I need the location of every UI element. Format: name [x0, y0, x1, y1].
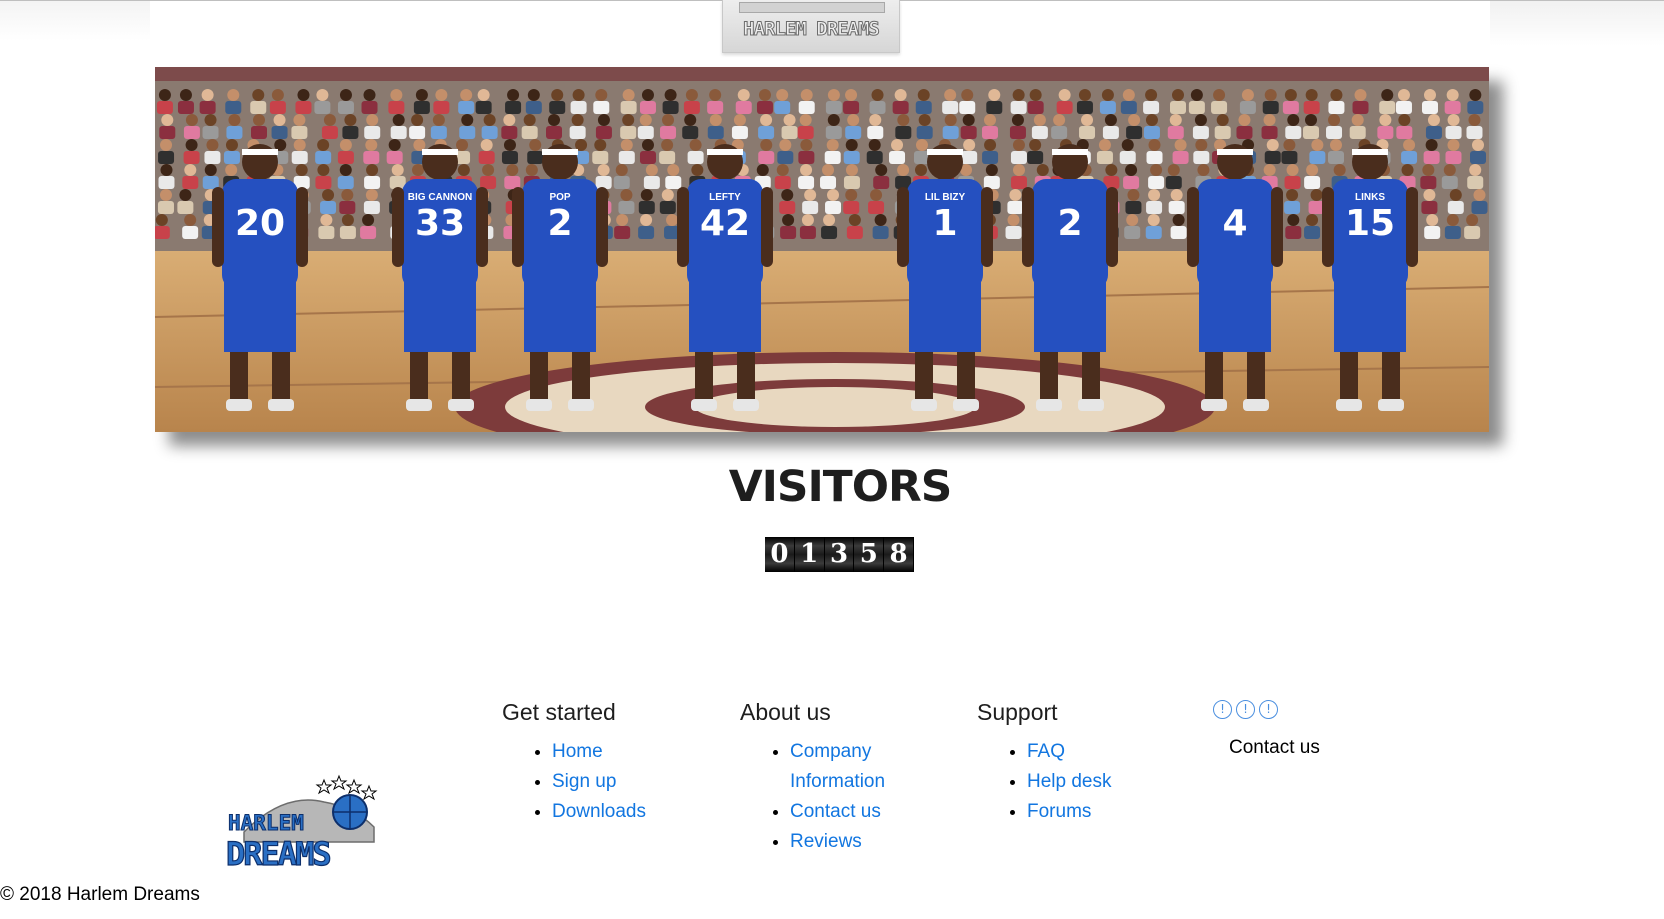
jersey-number: 42	[700, 203, 750, 244]
social-icon[interactable]: !	[1236, 700, 1255, 719]
footer-contact-label: Contact us	[1229, 737, 1320, 758]
jersey-number: 4	[1222, 203, 1247, 244]
list-item: FAQ	[1027, 737, 1112, 767]
footer-logo-text-top: HARLEM	[228, 811, 304, 835]
jersey-number: 1	[932, 203, 957, 244]
visitor-counter: 0 1 3 5 8	[765, 537, 914, 572]
counter-digit: 8	[884, 537, 914, 572]
counter-digit: 5	[854, 537, 885, 572]
jersey-number: 2	[547, 203, 572, 244]
company-information-link[interactable]: Company Information	[790, 741, 885, 792]
jersey-name: LIL BIZY	[925, 192, 966, 203]
list-item: Reviews	[790, 827, 940, 857]
footer-logo-text-bottom: DREAMS	[226, 835, 330, 872]
help-desk-link[interactable]: Help desk	[1027, 771, 1112, 792]
jersey-name: POP	[549, 192, 570, 203]
home-link[interactable]: Home	[552, 741, 603, 762]
forums-link[interactable]: Forums	[1027, 801, 1091, 822]
about-us-heading: About us	[740, 699, 831, 725]
counter-digit: 0	[765, 537, 795, 572]
footer-column-about-us: About us Company Information Contact us …	[740, 697, 940, 857]
list-item: Forums	[1027, 797, 1112, 827]
list-item: Help desk	[1027, 767, 1112, 797]
downloads-link[interactable]: Downloads	[552, 801, 646, 822]
header-left-shade	[0, 1, 150, 41]
header-right-shade	[1490, 1, 1664, 46]
team-banner-image: 20 BIG CANNON 33 POP 2 LEFTY 42 LIL BIZY 1 2 4 LINK…	[155, 67, 1489, 432]
faq-link[interactable]: FAQ	[1027, 741, 1065, 762]
footer-column-support: Support FAQ Help desk Forums	[977, 697, 1112, 827]
jersey-number: 20	[235, 203, 285, 244]
harlem-dreams-logo: HARLEM DREAMS	[225, 774, 378, 874]
sign-up-link[interactable]: Sign up	[552, 771, 616, 792]
jersey-number: 2	[1057, 203, 1082, 244]
counter-digit: 3	[824, 537, 855, 572]
list-item: Company Information	[790, 737, 940, 797]
contact-us-link[interactable]: Contact us	[790, 801, 881, 822]
site-logo-monogram	[739, 2, 885, 13]
list-item: Sign up	[552, 767, 646, 797]
jersey-name: BIG CANNON	[408, 192, 472, 203]
social-icon[interactable]: !	[1259, 700, 1278, 719]
support-heading: Support	[977, 699, 1058, 725]
jersey-number: 33	[415, 203, 465, 244]
team-photo: 20BIG CANNON33POP2LEFTY42LIL BIZY1 2 4LINK…	[155, 67, 1489, 432]
copyright-text: © 2018 Harlem Dreams	[0, 884, 200, 905]
about-us-links: Company Information Contact us Reviews	[740, 737, 940, 857]
list-item: Downloads	[552, 797, 646, 827]
get-started-links: Home Sign up Downloads	[502, 737, 646, 827]
jersey-name: LINKS	[1355, 192, 1385, 203]
get-started-heading: Get started	[502, 699, 616, 725]
social-icon[interactable]: !	[1213, 700, 1232, 719]
site-logo-text: HARLEM DREAMS	[743, 18, 881, 41]
footer-logo[interactable]: HARLEM DREAMS	[224, 772, 384, 874]
visitors-heading: VISITORS	[728, 462, 953, 512]
jersey-name: LEFTY	[709, 192, 741, 203]
list-item: Contact us	[790, 797, 940, 827]
support-links: FAQ Help desk Forums	[977, 737, 1112, 827]
list-item: Home	[552, 737, 646, 767]
counter-digit: 1	[794, 537, 825, 572]
reviews-link[interactable]: Reviews	[790, 831, 862, 852]
jersey-number: 15	[1345, 203, 1395, 244]
footer-social-icons: ! ! !	[1213, 700, 1278, 719]
footer-column-get-started: Get started Home Sign up Downloads	[502, 697, 646, 827]
site-logo[interactable]: HARLEM DREAMS	[722, 0, 900, 53]
